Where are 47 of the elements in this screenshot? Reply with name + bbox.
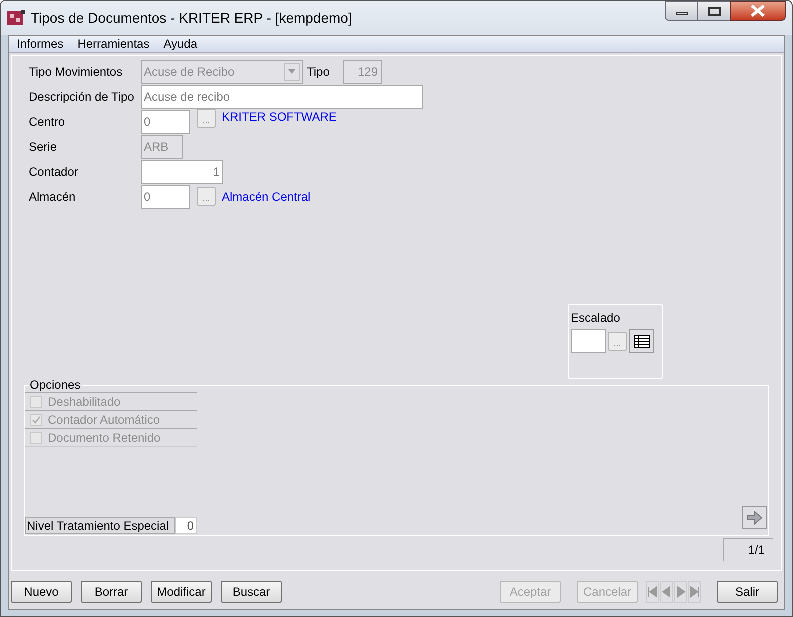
enter-button[interactable] [742,506,767,529]
action-button[interactable]: Salir [717,581,778,603]
menu-item[interactable]: Herramientas [78,35,150,53]
menu-item[interactable]: Informes [17,35,64,53]
browse-button[interactable]: ... [197,109,216,128]
input-field[interactable]: 0 [175,517,197,534]
record-counter: 1/1 [723,538,773,561]
checkbox-label: Contador Automático [48,412,160,428]
browse-button[interactable]: ... [608,332,627,350]
field-label: Tipo [307,64,331,80]
checkbox-label: Deshabilitado [48,394,121,410]
action-button[interactable]: Modificar [151,581,212,603]
field-label: Almacén [29,188,77,206]
field-label: Contador [29,164,80,180]
menu-item[interactable]: Ayuda [164,35,198,53]
input-field[interactable]: 1 [141,160,223,184]
action-button[interactable]: Borrar [81,581,142,603]
browse-button[interactable]: ... [197,187,216,206]
field-label: Nivel Tratamiento Especial [25,517,175,534]
action-button[interactable]: Nuevo [11,581,72,603]
group-title: Opciones [29,378,82,392]
table-icon [634,334,650,348]
nav-arrow-icon[interactable] [647,586,658,598]
field-label: Tipo Movimientos [29,64,124,80]
field-label: Descripción de Tipo [29,88,136,106]
field-label: Escalado [571,310,622,327]
field-label: Centro [29,114,66,130]
app-icon [7,10,25,26]
window-title: Tipos de Documentos - KRITER ERP - [kempdemo] [31,8,352,28]
nav-arrow-icon[interactable] [661,586,672,598]
action-button[interactable]: Buscar [221,581,282,603]
link-text[interactable]: KRITER SOFTWARE [222,108,337,126]
nav-arrow-icon[interactable] [675,586,686,598]
arrow-right-icon [746,510,762,524]
table-button[interactable] [629,329,654,353]
link-text[interactable]: Almacén Central [222,188,311,206]
input-field[interactable]: 0 [141,110,190,134]
input-field[interactable]: 0 [141,184,190,208]
close-button[interactable] [730,1,786,21]
close-icon [751,5,765,17]
nav-arrow-icon[interactable] [689,586,700,598]
minimize-button[interactable] [665,1,698,21]
checkbox-label: Documento Retenido [48,430,161,446]
maximize-button[interactable] [698,1,730,21]
field-label: Serie [29,138,58,156]
input-field[interactable] [571,329,606,353]
input-field[interactable]: Acuse de recibo [141,84,423,108]
